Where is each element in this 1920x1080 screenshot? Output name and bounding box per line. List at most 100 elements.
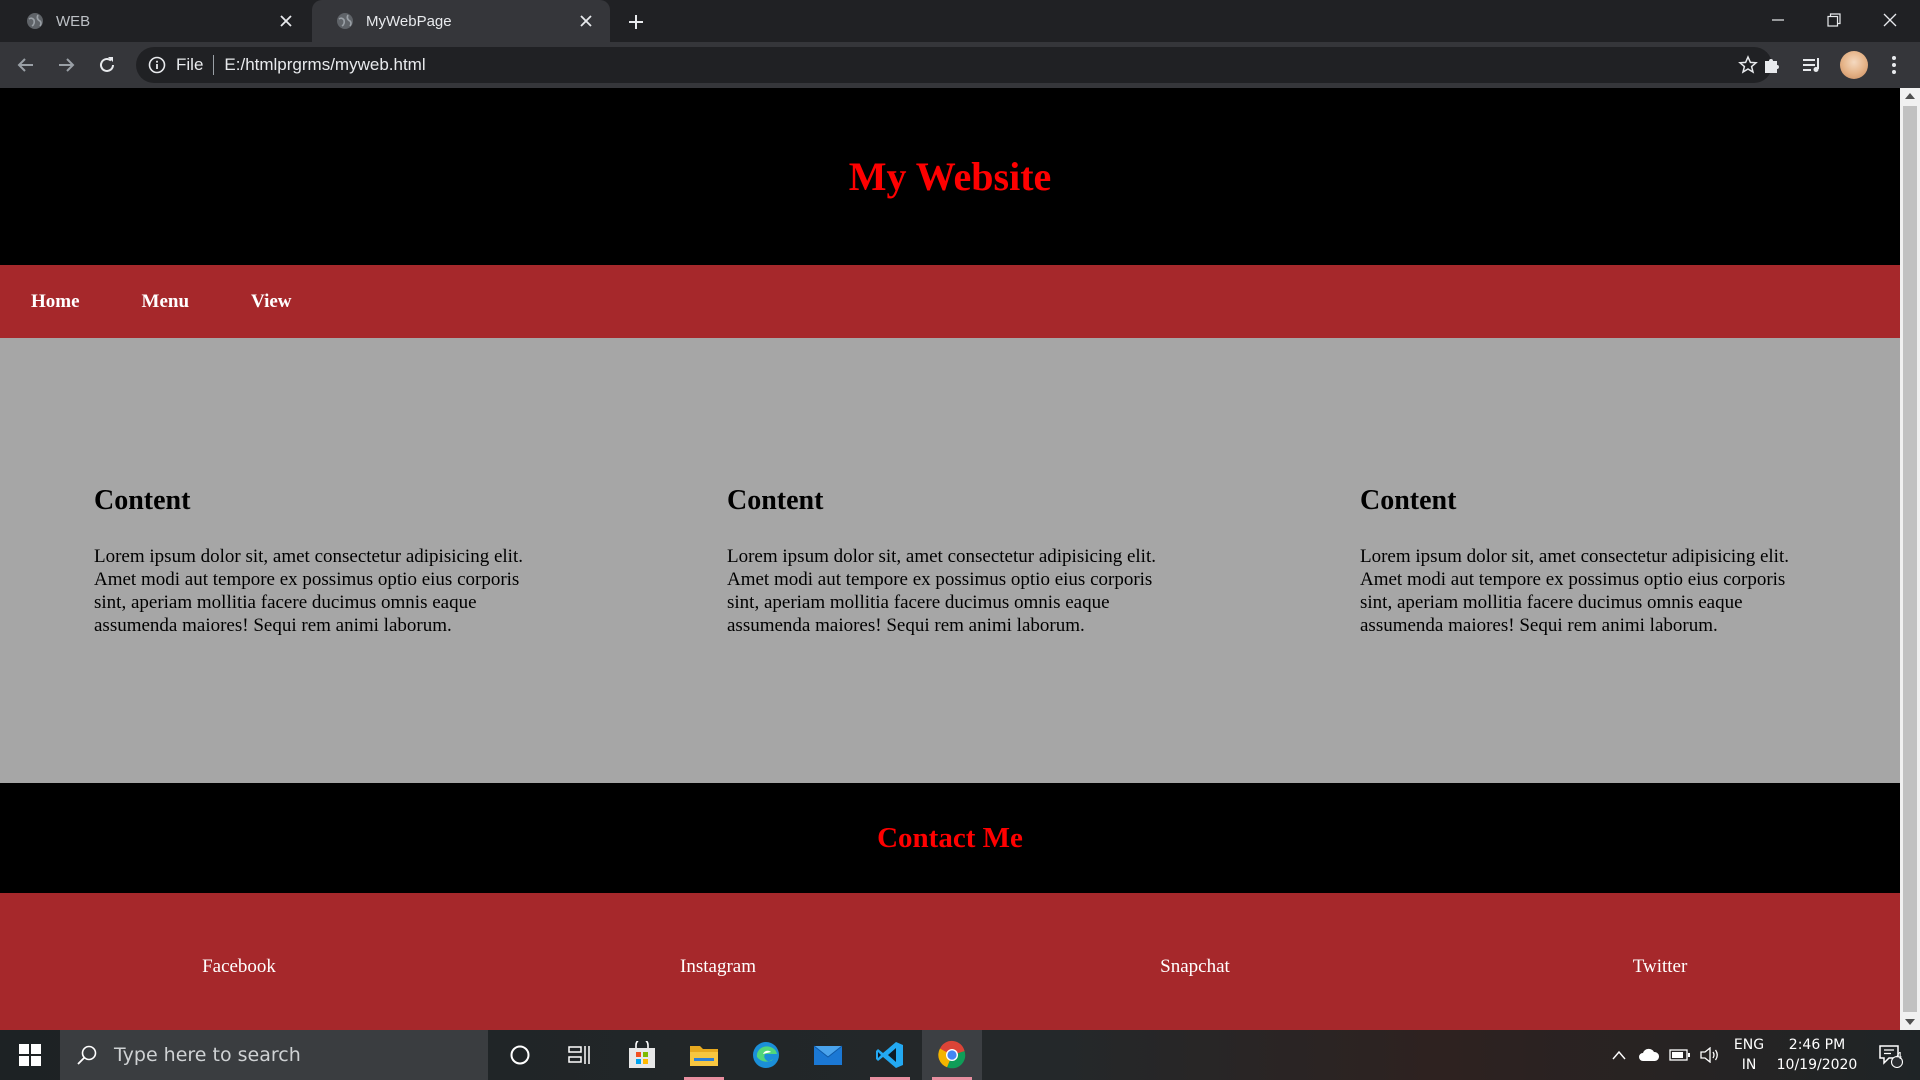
- vscode-icon: [876, 1042, 903, 1068]
- language-indicator[interactable]: ENG IN: [1726, 1030, 1772, 1080]
- task-view-button[interactable]: [550, 1030, 610, 1080]
- site-footer: Facebook Instagram Snapchat Twitter: [0, 893, 1900, 1030]
- nav-link-view[interactable]: View: [251, 291, 291, 313]
- tab-web[interactable]: WEB: [0, 0, 310, 42]
- close-tab-icon[interactable]: [276, 11, 296, 31]
- nav-link-menu[interactable]: Menu: [142, 291, 190, 313]
- onedrive-button[interactable]: [1634, 1030, 1664, 1080]
- contact-title: Contact Me: [877, 821, 1023, 854]
- page-viewport: My Website Home Menu View Content Lorem …: [0, 88, 1920, 1030]
- cloud-icon: [1639, 1048, 1660, 1061]
- windows-logo-icon: [19, 1044, 41, 1066]
- cortana-button[interactable]: [490, 1030, 550, 1080]
- minimize-button[interactable]: [1750, 0, 1806, 40]
- social-link-facebook[interactable]: Facebook: [202, 956, 276, 978]
- chrome-icon: [938, 1040, 966, 1069]
- close-tab-icon[interactable]: [576, 11, 596, 31]
- store-button[interactable]: [612, 1030, 672, 1080]
- profile-avatar[interactable]: [1840, 51, 1868, 79]
- column-heading: Content: [1360, 485, 1457, 516]
- arrow-left-icon: [17, 58, 33, 72]
- vertical-scrollbar[interactable]: [1900, 88, 1920, 1030]
- reload-button[interactable]: [93, 51, 121, 79]
- browser-menu-button[interactable]: [1882, 53, 1906, 77]
- plus-icon: [629, 15, 643, 29]
- chevron-up-icon: [1612, 1050, 1626, 1060]
- forward-button[interactable]: [52, 51, 80, 79]
- close-icon: [1883, 13, 1897, 27]
- globe-icon: [27, 13, 43, 29]
- column-heading: Content: [94, 485, 191, 516]
- browser-tab-strip: WEB MyWebPage: [0, 0, 1920, 42]
- volume-button[interactable]: [1696, 1030, 1724, 1080]
- kebab-menu-icon: [1892, 56, 1896, 74]
- vscode-button[interactable]: [860, 1030, 920, 1080]
- edge-icon: [753, 1042, 779, 1068]
- mail-button[interactable]: [798, 1030, 858, 1080]
- puzzle-icon: [1765, 59, 1779, 73]
- start-button[interactable]: [0, 1030, 60, 1080]
- social-link-instagram[interactable]: Instagram: [680, 956, 756, 978]
- divider: [213, 55, 215, 75]
- clock[interactable]: 2:46 PM 10/19/2020: [1774, 1030, 1860, 1080]
- chrome-button[interactable]: [922, 1030, 982, 1080]
- clock-date: 10/19/2020: [1776, 1057, 1858, 1073]
- site-title: My Website: [848, 154, 1052, 199]
- scheme-label: File: [176, 55, 204, 74]
- content-column: Content Lorem ipsum dolor sit, amet cons…: [1360, 485, 1810, 637]
- scroll-down-arrow-icon[interactable]: [1900, 1014, 1920, 1030]
- search-placeholder: Type here to search: [114, 1044, 301, 1066]
- column-heading: Content: [727, 485, 824, 516]
- extensions-button[interactable]: [1760, 53, 1784, 77]
- mail-icon: [813, 1045, 843, 1065]
- region-code: IN: [1741, 1057, 1757, 1073]
- address-bar[interactable]: File E:/htmlprgrms/myweb.html: [136, 47, 1772, 83]
- minimize-icon: [1772, 19, 1784, 21]
- site-nav: Home Menu View: [0, 265, 1900, 338]
- playlist-icon: [1803, 58, 1819, 72]
- battery-button[interactable]: [1666, 1030, 1694, 1080]
- close-window-button[interactable]: [1862, 0, 1918, 40]
- scrollbar-thumb[interactable]: [1903, 106, 1917, 1012]
- notification-count: 4: [1895, 1051, 1903, 1062]
- windows-taskbar: Type here to search ENG IN 2:46 PM 10/19…: [0, 1030, 1920, 1080]
- restore-button[interactable]: [1806, 0, 1862, 40]
- tab-mywebpage[interactable]: MyWebPage: [312, 0, 610, 42]
- content-column: Content Lorem ipsum dolor sit, amet cons…: [94, 485, 544, 637]
- arrow-right-icon: [59, 58, 75, 72]
- reload-icon: [100, 57, 114, 72]
- column-text: Lorem ipsum dolor sit, amet consectetur …: [94, 546, 523, 636]
- content-column: Content Lorem ipsum dolor sit, amet cons…: [727, 485, 1177, 637]
- star-icon[interactable]: [1738, 55, 1758, 75]
- web-page: My Website Home Menu View Content Lorem …: [0, 88, 1900, 1030]
- restore-icon: [1827, 13, 1841, 27]
- globe-icon: [337, 13, 353, 29]
- task-view-icon: [568, 1046, 590, 1064]
- show-hidden-icons-button[interactable]: [1606, 1030, 1632, 1080]
- column-text: Lorem ipsum dolor sit, amet consectetur …: [727, 546, 1156, 636]
- contact-section: Contact Me: [0, 783, 1900, 893]
- social-link-snapchat[interactable]: Snapchat: [1160, 956, 1230, 978]
- cortana-icon: [510, 1045, 530, 1065]
- store-icon: [629, 1041, 655, 1068]
- column-text: Lorem ipsum dolor sit, amet consectetur …: [1360, 546, 1789, 636]
- search-icon: [77, 1045, 97, 1065]
- action-center-button[interactable]: 4: [1866, 1030, 1914, 1080]
- back-button[interactable]: [12, 51, 40, 79]
- media-control-button[interactable]: [1800, 53, 1824, 77]
- battery-icon: [1669, 1049, 1690, 1061]
- nav-link-home[interactable]: Home: [31, 291, 80, 313]
- browser-toolbar: File E:/htmlprgrms/myweb.html: [0, 42, 1920, 88]
- edge-button[interactable]: [736, 1030, 796, 1080]
- file-explorer-button[interactable]: [674, 1030, 734, 1080]
- scroll-up-arrow-icon[interactable]: [1900, 88, 1920, 104]
- speaker-icon: [1700, 1047, 1718, 1063]
- url-text[interactable]: E:/htmlprgrms/myweb.html: [224, 55, 425, 75]
- social-link-twitter[interactable]: Twitter: [1633, 956, 1688, 978]
- language-code: ENG: [1733, 1037, 1765, 1053]
- info-icon[interactable]: [148, 56, 166, 74]
- tab-title: WEB: [56, 12, 91, 30]
- taskbar-search-box[interactable]: Type here to search: [60, 1030, 488, 1080]
- file-explorer-icon: [690, 1046, 718, 1066]
- new-tab-button[interactable]: [624, 10, 648, 34]
